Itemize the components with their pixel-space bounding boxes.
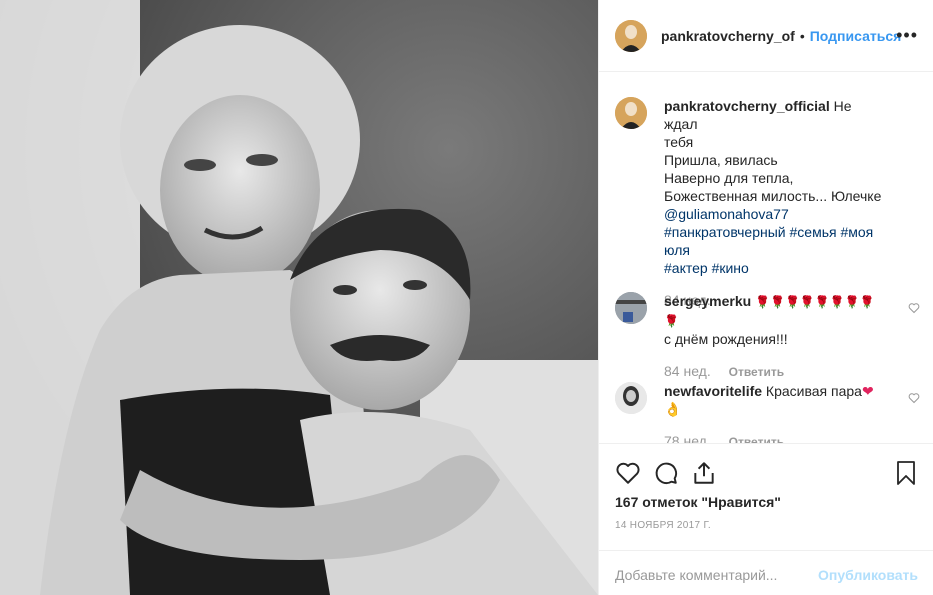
hashtag-link[interactable]: #панкратовчерный bbox=[664, 224, 786, 240]
comment-row: newfavoritelife Красивая пара❤ 👌 78 нед.… bbox=[615, 382, 920, 443]
comment-like-heart-icon[interactable] bbox=[908, 392, 920, 404]
comment-row: sergeymerku 🌹🌹🌹🌹🌹🌹🌹🌹🌹 с днём рождения!!!… bbox=[615, 292, 920, 381]
post-actions: 167 отметок "Нравится" 14 НОЯБРЯ 2017 Г.… bbox=[599, 443, 933, 595]
comment-avatar[interactable] bbox=[615, 382, 647, 414]
hashtag-link[interactable]: #семья bbox=[790, 224, 837, 240]
comment-input[interactable]: Добавьте комментарий... bbox=[615, 567, 777, 583]
caption-row: pankratovcherny_official Не ждал тебя Пр… bbox=[615, 97, 920, 309]
comment-text: Красивая пара bbox=[765, 383, 862, 399]
caption-username[interactable]: pankratovcherny_official bbox=[664, 98, 830, 114]
hashtag-link[interactable]: #кино bbox=[712, 260, 749, 276]
comments-list[interactable]: pankratovcherny_official Не ждал тебя Пр… bbox=[599, 73, 933, 443]
publish-button[interactable]: Опубликовать bbox=[818, 567, 918, 583]
post-side-panel: pankratovcherny_of • Подписаться ••• pan… bbox=[598, 0, 933, 595]
bookmark-icon[interactable] bbox=[894, 460, 918, 486]
author-avatar[interactable] bbox=[615, 19, 647, 52]
reply-button[interactable]: Ответить bbox=[729, 435, 784, 443]
header-separator: • bbox=[799, 27, 805, 44]
comment-avatar[interactable] bbox=[615, 292, 647, 324]
caption-body: pankratovcherny_official Не ждал тебя Пр… bbox=[664, 97, 888, 309]
likes-count[interactable]: 167 отметок "Нравится" bbox=[615, 494, 781, 510]
hashtag-link[interactable]: #актер bbox=[664, 260, 708, 276]
post-header: pankratovcherny_of • Подписаться ••• bbox=[599, 0, 933, 72]
header-username[interactable]: pankratovcherny_of bbox=[661, 28, 795, 44]
comment-username[interactable]: sergeymerku bbox=[664, 293, 751, 309]
comment-age[interactable]: 84 нед. bbox=[664, 363, 711, 379]
comment-body: newfavoritelife Красивая пара❤ 👌 78 нед.… bbox=[664, 382, 888, 443]
comment-text: с днём рождения!!! bbox=[664, 331, 788, 347]
caption-line: тебя bbox=[664, 134, 694, 150]
add-comment-bar: Добавьте комментарий... Опубликовать bbox=[599, 550, 933, 595]
share-icon[interactable] bbox=[691, 460, 717, 486]
caption-avatar[interactable] bbox=[615, 97, 647, 129]
caption-line: Божественная милость... Юлечке bbox=[664, 188, 882, 204]
more-icon[interactable]: ••• bbox=[896, 26, 918, 44]
ok-hand-emoji: 👌 bbox=[664, 401, 682, 417]
heart-emoji: ❤ bbox=[861, 383, 874, 399]
comment-body: sergeymerku 🌹🌹🌹🌹🌹🌹🌹🌹🌹 с днём рождения!!!… bbox=[664, 292, 888, 381]
caption-line: Пришла, явилась bbox=[664, 152, 778, 168]
action-icons bbox=[615, 460, 729, 486]
mention-link[interactable]: @guliamonahova77 bbox=[664, 205, 888, 223]
comment-icon[interactable] bbox=[653, 460, 679, 486]
reply-button[interactable]: Ответить bbox=[729, 365, 784, 379]
comment-username[interactable]: newfavoritelife bbox=[664, 383, 762, 399]
post-date[interactable]: 14 НОЯБРЯ 2017 Г. bbox=[615, 520, 711, 531]
comment-meta: 78 нед. Ответить bbox=[664, 432, 888, 443]
heart-icon[interactable] bbox=[615, 460, 641, 486]
caption-line: Наверно для тепла, bbox=[664, 170, 794, 186]
follow-button[interactable]: Подписаться bbox=[810, 28, 902, 44]
couple-photo-illustration bbox=[0, 0, 598, 595]
post-photo[interactable] bbox=[0, 0, 598, 595]
comment-age[interactable]: 78 нед. bbox=[664, 433, 711, 443]
comment-meta: 84 нед. Ответить bbox=[664, 362, 888, 381]
comment-like-heart-icon[interactable] bbox=[908, 302, 920, 314]
